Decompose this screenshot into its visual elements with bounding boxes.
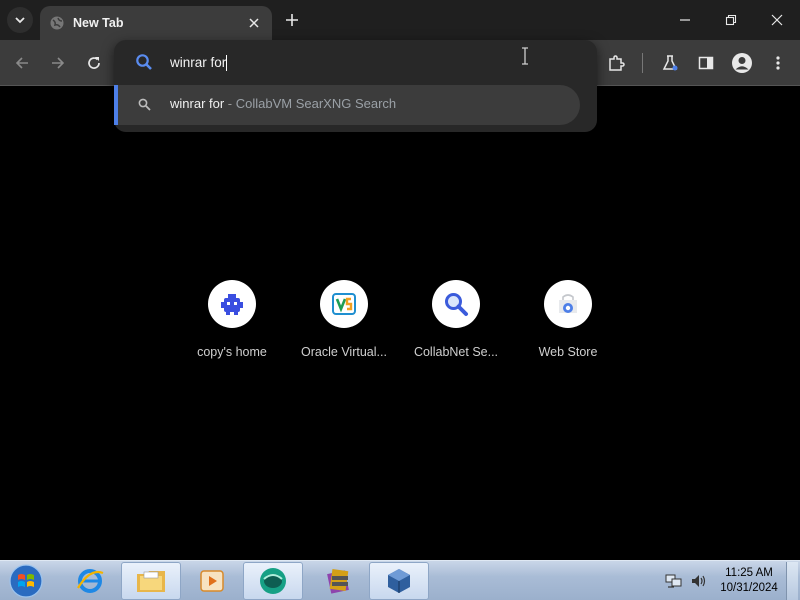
shortcut-label: copy's home <box>197 345 267 359</box>
reload-icon <box>86 55 102 71</box>
reload-button[interactable] <box>82 51 106 75</box>
clock-date: 10/31/2024 <box>720 582 778 594</box>
show-desktop-button[interactable] <box>786 562 798 600</box>
suggestion-engine: CollabVM SearXNG Search <box>235 96 397 111</box>
avatar-icon <box>731 52 753 74</box>
browser-icon <box>258 566 288 596</box>
taskbar-app-virtualbox[interactable] <box>369 562 429 600</box>
taskbar-app-browser[interactable] <box>243 562 303 600</box>
taskbar-clock[interactable]: 11:25 AM 10/31/2024 <box>712 566 786 596</box>
more-vertical-icon <box>770 55 786 71</box>
volume-icon[interactable] <box>690 573 708 589</box>
suggestion-separator: - <box>224 96 236 111</box>
chevron-down-icon <box>14 14 26 26</box>
close-window-button[interactable] <box>754 0 800 40</box>
minimize-icon <box>679 14 691 26</box>
tab-close-button[interactable] <box>244 13 264 33</box>
new-tab-button[interactable] <box>280 8 304 32</box>
close-icon <box>771 14 783 26</box>
taskbar-app-file-explorer[interactable] <box>121 562 181 600</box>
virtualbox-icon <box>384 566 414 596</box>
file-explorer-icon <box>135 566 167 596</box>
network-icon[interactable] <box>665 573 683 589</box>
address-bar-text: winrar for <box>170 55 227 70</box>
shortcut-oracle-virtualbox[interactable]: Oracle Virtual... <box>288 280 400 370</box>
windows-orb-icon <box>9 564 43 598</box>
shortcut-icon-circle <box>208 280 256 328</box>
taskbar-app-winrar[interactable] <box>308 562 368 600</box>
shortcut-label: CollabNet Se... <box>413 345 499 359</box>
shortcut-icon-circle <box>432 280 480 328</box>
globe-icon <box>49 15 65 31</box>
puzzle-icon <box>607 54 625 72</box>
taskbar-app-internet-explorer[interactable] <box>60 562 120 600</box>
address-bar-input[interactable]: winrar for <box>170 53 550 73</box>
shortcut-web-store[interactable]: Web Store <box>512 280 624 370</box>
tab-new-tab[interactable]: New Tab <box>40 6 272 40</box>
suggestion-query: winrar for <box>170 96 225 111</box>
toolbar-divider <box>642 53 643 73</box>
clock-time: 11:25 AM <box>725 567 773 579</box>
minimize-button[interactable] <box>662 0 708 40</box>
omnibox-popup: winrar for winrar for - CollabVM SearXNG… <box>114 40 597 132</box>
taskbar-app-media-player[interactable] <box>182 562 242 600</box>
shortcut-label: Web Store <box>538 345 598 359</box>
tab-search-button[interactable] <box>7 7 33 33</box>
text-caret <box>226 55 228 72</box>
internet-explorer-icon <box>75 566 105 596</box>
close-icon <box>249 18 259 28</box>
arrow-right-icon <box>50 55 66 71</box>
tab-title: New Tab <box>73 16 124 30</box>
shortcut-label: Oracle Virtual... <box>301 345 387 359</box>
collabvm-bot-icon <box>218 290 246 318</box>
shortcut-icon-circle <box>320 280 368 328</box>
plus-icon <box>286 14 298 26</box>
virtualbox-logo-icon <box>330 290 358 318</box>
search-icon <box>135 53 153 71</box>
side-panel-icon <box>698 55 714 71</box>
back-button[interactable] <box>10 51 34 75</box>
shortcut-icon-circle <box>544 280 592 328</box>
magnifier-icon <box>443 291 469 317</box>
extensions-button[interactable] <box>604 51 628 75</box>
forward-button[interactable] <box>46 51 70 75</box>
text-cursor-icon <box>520 47 530 65</box>
restore-icon <box>725 14 737 26</box>
media-player-icon <box>198 567 226 595</box>
web-store-icon <box>555 291 581 317</box>
arrow-left-icon <box>14 55 30 71</box>
omnibox-suggestion[interactable]: winrar for - CollabVM SearXNG Search <box>114 85 580 125</box>
shortcut-copys-home[interactable]: copy's home <box>176 280 288 370</box>
search-icon <box>138 98 151 111</box>
side-panel-button[interactable] <box>694 51 718 75</box>
labs-button[interactable] <box>658 51 682 75</box>
profile-button[interactable] <box>730 51 754 75</box>
shortcut-collabnet-search[interactable]: CollabNet Se... <box>400 280 512 370</box>
suggestion-text: winrar for - CollabVM SearXNG Search <box>170 96 396 111</box>
tab-strip: New Tab <box>0 0 800 40</box>
restore-button[interactable] <box>708 0 754 40</box>
winrar-icon <box>323 566 353 596</box>
menu-button[interactable] <box>766 51 790 75</box>
flask-icon <box>661 54 679 72</box>
windows-taskbar: 11:25 AM 10/31/2024 <box>0 560 800 600</box>
start-button[interactable] <box>6 562 46 600</box>
